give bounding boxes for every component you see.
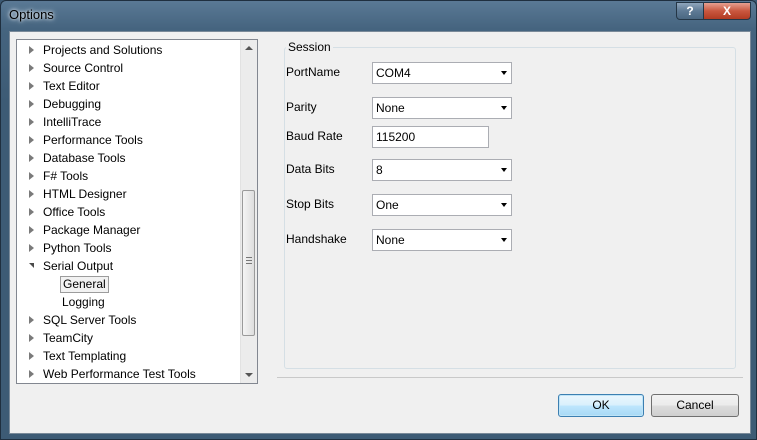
- tree-item-label: Text Editor: [43, 79, 100, 93]
- help-button[interactable]: ?: [676, 2, 704, 20]
- tree-item-label: Web Performance Test Tools: [43, 367, 196, 381]
- expanded-arrow-icon[interactable]: [29, 263, 34, 268]
- tree-item[interactable]: Package Manager: [17, 221, 239, 239]
- tree-item[interactable]: Web Performance Test Tools: [17, 365, 239, 383]
- field-dropdown[interactable]: None: [372, 97, 512, 119]
- dropdown-arrow-icon[interactable]: [501, 168, 507, 172]
- field-dropdown[interactable]: One: [372, 194, 512, 216]
- tree-item-label: HTML Designer: [43, 187, 127, 201]
- collapsed-arrow-icon[interactable]: [29, 244, 34, 252]
- tree-item-label: F# Tools: [43, 169, 89, 183]
- tree-item-label: Database Tools: [43, 151, 126, 165]
- dialog-client-area: Projects and Solutions Source Control Text…: [9, 31, 751, 434]
- tree-item[interactable]: F# Tools: [17, 167, 239, 185]
- field-label: Data Bits: [286, 162, 335, 176]
- separator: [277, 377, 743, 378]
- collapsed-arrow-icon[interactable]: [29, 118, 34, 126]
- collapsed-arrow-icon[interactable]: [29, 172, 34, 180]
- tree-item[interactable]: Projects and Solutions: [17, 41, 239, 59]
- grip-icon: [246, 257, 252, 264]
- tree-item-label: General: [60, 276, 109, 293]
- collapsed-arrow-icon[interactable]: [29, 370, 34, 378]
- collapsed-arrow-icon[interactable]: [29, 316, 34, 324]
- tree-item-label: Projects and Solutions: [43, 43, 163, 57]
- tree-item[interactable]: IntelliTrace: [17, 113, 239, 131]
- tree-item[interactable]: Python Tools: [17, 239, 239, 257]
- tree-item[interactable]: Source Control: [17, 59, 239, 77]
- tree-item-label: Debugging: [43, 97, 102, 111]
- collapsed-arrow-icon[interactable]: [29, 334, 34, 342]
- collapsed-arrow-icon[interactable]: [29, 136, 34, 144]
- tree-item[interactable]: TeamCity: [17, 329, 239, 347]
- scroll-up-arrow-icon[interactable]: [241, 40, 257, 57]
- tree-item[interactable]: Performance Tools: [17, 131, 239, 149]
- tree-item-label: Office Tools: [43, 205, 106, 219]
- field-dropdown[interactable]: 8: [372, 159, 512, 181]
- field-value: 8: [376, 163, 383, 177]
- collapsed-arrow-icon[interactable]: [29, 64, 34, 72]
- tree-item[interactable]: Debugging: [17, 95, 239, 113]
- tree-item[interactable]: Text Templating: [17, 347, 239, 365]
- field-input[interactable]: 115200: [372, 126, 489, 148]
- field-value: None: [376, 233, 405, 247]
- dropdown-arrow-icon[interactable]: [501, 203, 507, 207]
- field-label: Stop Bits: [286, 197, 335, 211]
- tree-scrollbar[interactable]: [240, 40, 257, 383]
- collapsed-arrow-icon[interactable]: [29, 190, 34, 198]
- collapsed-arrow-icon[interactable]: [29, 226, 34, 234]
- tree-item-label: SQL Server Tools: [43, 313, 137, 327]
- tree-item[interactable]: General: [17, 275, 239, 293]
- tree-item-label: Logging: [62, 295, 105, 309]
- dropdown-arrow-icon[interactable]: [501, 71, 507, 75]
- cancel-button[interactable]: Cancel: [651, 394, 739, 417]
- collapsed-arrow-icon[interactable]: [29, 352, 34, 360]
- field-label: Parity: [286, 100, 317, 114]
- options-dialog: Options ? X Projects and Solutions Source…: [0, 0, 757, 440]
- tree-item-label: Source Control: [43, 61, 124, 75]
- collapsed-arrow-icon[interactable]: [29, 46, 34, 54]
- collapsed-arrow-icon[interactable]: [29, 82, 34, 90]
- field-value: One: [376, 198, 399, 212]
- options-tree: Projects and Solutions Source Control Text…: [16, 39, 258, 384]
- field-label: Handshake: [286, 232, 347, 246]
- tree-item-label: Package Manager: [43, 223, 141, 237]
- tree-item-label: TeamCity: [43, 331, 94, 345]
- window-title: Options: [9, 7, 54, 22]
- ok-button[interactable]: OK: [558, 394, 644, 417]
- tree-item[interactable]: Database Tools: [17, 149, 239, 167]
- field-label: PortName: [286, 65, 341, 79]
- scroll-thumb[interactable]: [242, 190, 255, 336]
- field-value: 115200: [376, 130, 416, 144]
- collapsed-arrow-icon[interactable]: [29, 208, 34, 216]
- close-button[interactable]: X: [703, 2, 751, 20]
- tree-item-label: Text Templating: [43, 349, 127, 363]
- tree-item[interactable]: Text Editor: [17, 77, 239, 95]
- field-value: COM4: [376, 66, 411, 80]
- tree-item-label: IntelliTrace: [43, 115, 102, 129]
- collapsed-arrow-icon[interactable]: [29, 154, 34, 162]
- session-group-title: Session: [286, 40, 333, 54]
- field-value: None: [376, 101, 405, 115]
- field-label: Baud Rate: [286, 129, 343, 143]
- tree-item[interactable]: HTML Designer: [17, 185, 239, 203]
- field-dropdown[interactable]: None: [372, 229, 512, 251]
- field-dropdown[interactable]: COM4: [372, 62, 512, 84]
- tree-item[interactable]: Logging: [17, 293, 239, 311]
- tree-item[interactable]: SQL Server Tools: [17, 311, 239, 329]
- tree-item-label: Python Tools: [43, 241, 112, 255]
- dropdown-arrow-icon[interactable]: [501, 238, 507, 242]
- tree-item[interactable]: Serial Output: [17, 257, 239, 275]
- scroll-down-arrow-icon[interactable]: [241, 366, 257, 383]
- tree-list: Projects and Solutions Source Control Text…: [17, 41, 239, 383]
- dropdown-arrow-icon[interactable]: [501, 106, 507, 110]
- collapsed-arrow-icon[interactable]: [29, 100, 34, 108]
- tree-item-label: Serial Output: [43, 259, 114, 273]
- tree-item[interactable]: Office Tools: [17, 203, 239, 221]
- title-bar[interactable]: Options ? X: [1, 1, 756, 29]
- tree-item-label: Performance Tools: [43, 133, 143, 147]
